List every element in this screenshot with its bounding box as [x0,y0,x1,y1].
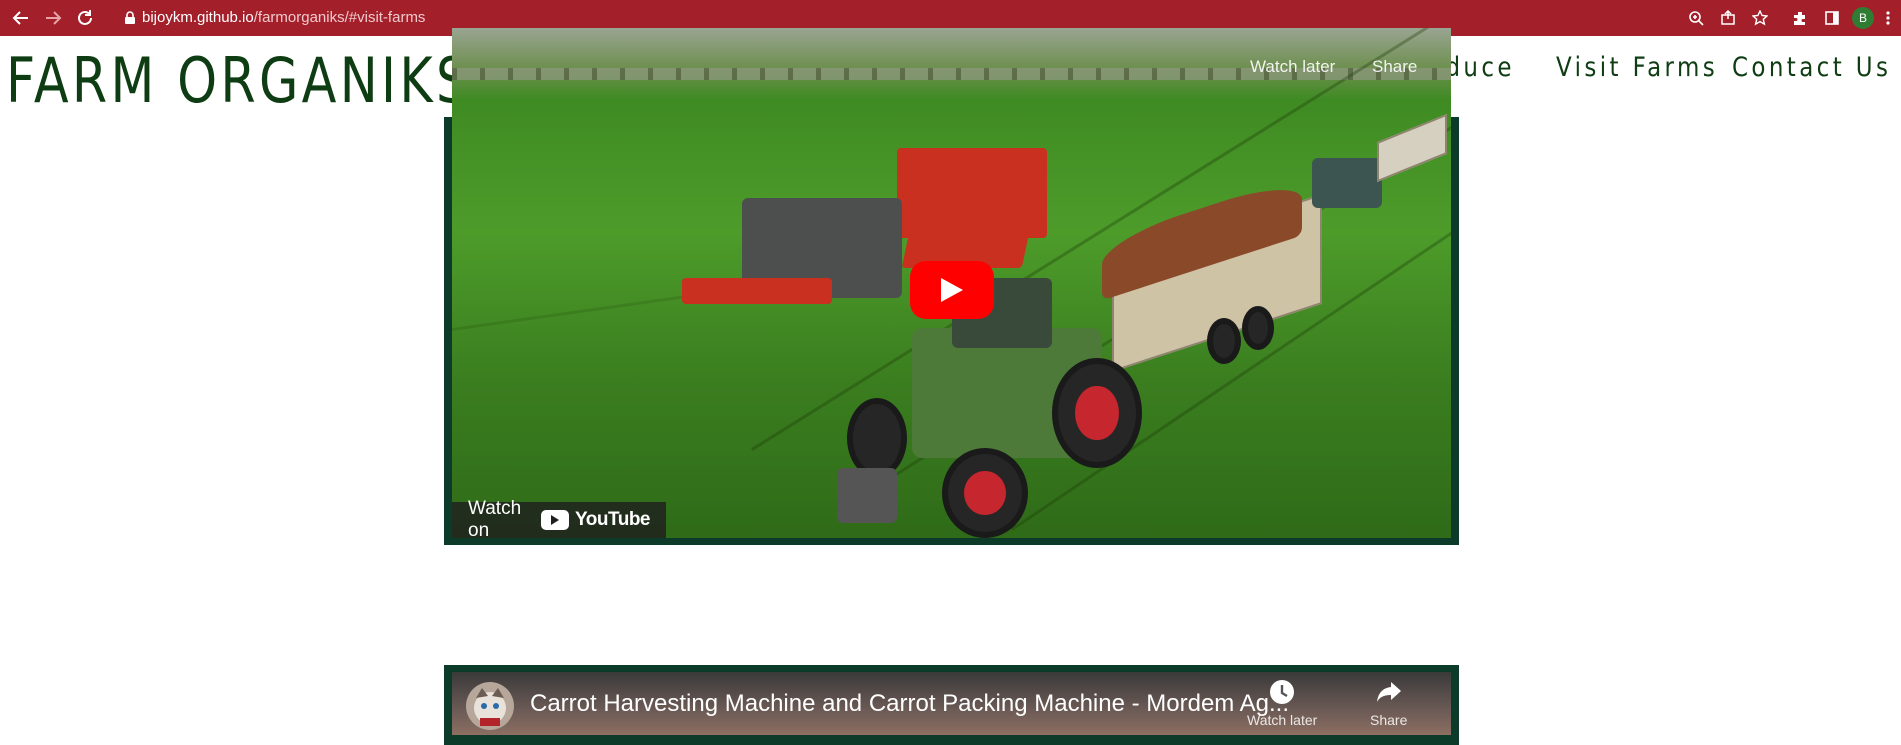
trailer-wheel [1207,318,1241,364]
video-player-2[interactable]: Carrot Harvesting Machine and Carrot Pac… [452,672,1451,735]
watch-on-label: Watch on [468,498,522,538]
watch-later-button[interactable]: Watch later [1247,678,1317,728]
lock-icon[interactable] [120,8,140,28]
youtube-play-icon [541,510,570,530]
star-icon[interactable] [1750,8,1770,28]
profile-avatar[interactable]: B [1852,7,1874,29]
trailer-wheel [1242,306,1274,350]
share-label: Share [1370,712,1408,728]
url-host: bijoykm.github.io [142,9,254,26]
reload-icon[interactable] [74,7,96,29]
nav-contact-us[interactable]: Contact Us [1732,52,1891,83]
overlay-share[interactable]: Share [1372,57,1417,77]
play-icon [941,278,963,302]
tractor-wheel [847,398,907,478]
video-2-title[interactable]: Carrot Harvesting Machine and Carrot Pac… [530,690,1289,718]
forward-icon[interactable] [42,7,64,29]
nav-visit-farms[interactable]: Visit Farms [1556,52,1718,83]
overlay-watch-later[interactable]: Watch later [1250,57,1335,77]
tractor-weight [837,468,897,523]
share-arrow-icon [1376,682,1401,702]
sidepanel-icon[interactable] [1822,8,1842,28]
far-tractor [1312,158,1382,208]
share-button[interactable]: Share [1370,678,1407,728]
youtube-wordmark: YouTube [575,509,650,530]
menu-icon[interactable] [1878,8,1898,28]
url-text[interactable]: bijoykm.github.io/farmorganiks/#visit-fa… [142,9,425,26]
channel-avatar[interactable] [466,682,514,730]
page: FARM ORGANIKS oduce Visit Farms Contact … [0,28,1901,745]
video-player-1[interactable]: Watch later Share Watch on YouTube [452,28,1451,538]
url-path: /farmorganiks/#visit-farms [253,9,426,26]
harvester-header [682,278,832,304]
play-button[interactable] [910,261,994,319]
back-icon[interactable] [10,7,32,29]
tractor-wheel [942,448,1028,538]
tractor-wheel [1052,358,1142,468]
watch-on-youtube[interactable]: Watch on YouTube [452,498,666,538]
zoom-icon[interactable] [1686,8,1706,28]
youtube-logo: YouTube [541,509,650,531]
extensions-icon[interactable] [1790,8,1810,28]
clock-icon [1270,680,1295,704]
watch-later-label: Watch later [1247,712,1318,728]
site-brand[interactable]: FARM ORGANIKS [6,44,472,117]
share-icon[interactable] [1718,8,1738,28]
